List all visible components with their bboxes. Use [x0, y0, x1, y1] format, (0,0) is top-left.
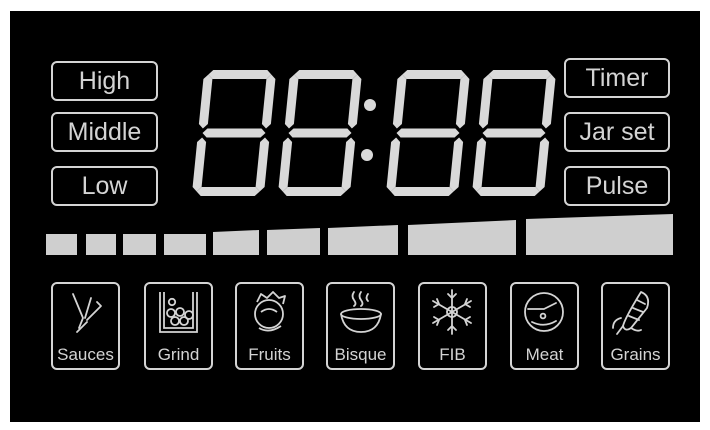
soup-bowl-icon — [340, 291, 382, 333]
digit-3-segment-e — [386, 137, 401, 192]
program-grind-label: Grind — [157, 345, 200, 364]
speed-bar-segment-3 — [123, 234, 156, 255]
program-fruits-label: Fruits — [248, 345, 291, 364]
program-sauces-label: Sauces — [57, 345, 114, 364]
digit-1-segment-d — [196, 187, 260, 196]
program-bisque-label: Bisque — [334, 345, 387, 364]
digit-4-segment-a — [488, 70, 552, 79]
digit-2-segment-e — [278, 137, 293, 192]
speed-bar-segment-5 — [213, 230, 259, 255]
digit-3-segment-a — [402, 70, 466, 79]
pulse-label: Pulse — [585, 171, 649, 200]
digit-2-segment-c — [341, 137, 356, 192]
colon-top-dot — [364, 99, 376, 111]
program-fib-button[interactable]: FIB — [418, 282, 487, 370]
pulse-button[interactable]: Pulse — [564, 166, 670, 206]
digit-2-segment-g — [288, 128, 352, 138]
digit-2-segment-a — [294, 70, 358, 79]
digit-4-segment-e — [472, 137, 487, 192]
digit-1-segment-e — [192, 137, 207, 192]
low-speed-label: Low — [81, 171, 128, 200]
program-meat-button[interactable]: Meat — [510, 282, 579, 370]
digit-1-segment-c — [255, 137, 270, 192]
control-panel: High Middle Low Timer Jar set Pulse Sauc… — [10, 11, 700, 422]
program-grains-button[interactable]: Grains — [601, 282, 670, 370]
program-fruits-button[interactable]: Fruits — [235, 282, 304, 370]
colon-bottom-dot — [361, 149, 373, 161]
digit-4-segment-f — [478, 74, 493, 129]
digit-1-segment-g — [202, 128, 266, 138]
speed-bar-segment-7 — [328, 225, 398, 255]
speed-bar-segment-1 — [46, 234, 77, 255]
program-bisque-button[interactable]: Bisque — [326, 282, 395, 370]
corn-icon — [612, 291, 650, 335]
program-grind-button[interactable]: Grind — [144, 282, 213, 370]
meat-chop-icon — [524, 292, 564, 332]
high-speed-button[interactable]: High — [51, 61, 158, 101]
low-speed-button[interactable]: Low — [51, 166, 158, 206]
speed-level-bar — [46, 214, 673, 255]
digit-4-segment-c — [535, 137, 550, 192]
digit-1-segment-f — [198, 74, 213, 129]
speed-bar-segment-4 — [164, 234, 206, 255]
jar-set-button[interactable]: Jar set — [564, 112, 670, 152]
digit-3-segment-c — [449, 137, 464, 192]
middle-speed-button[interactable]: Middle — [51, 112, 158, 152]
digit-4-segment-b — [541, 74, 556, 129]
high-speed-label: High — [78, 66, 131, 95]
digit-4-segment-d — [476, 187, 540, 196]
speed-bar-segment-8 — [408, 220, 516, 255]
timer-label: Timer — [585, 63, 649, 92]
hand-blender-icon — [72, 293, 102, 333]
digit-3-segment-f — [392, 74, 407, 129]
digit-3-segment-g — [396, 128, 460, 138]
seven-segment-clock-display — [192, 70, 556, 196]
speed-bar-segment-2 — [86, 234, 116, 255]
program-fib-label: FIB — [439, 345, 466, 364]
digit-3-segment-d — [390, 187, 454, 196]
middle-speed-label: Middle — [67, 117, 142, 146]
digit-2-segment-f — [284, 74, 299, 129]
digit-2-segment-b — [347, 74, 362, 129]
program-meat-label: Meat — [525, 345, 564, 364]
digit-1-segment-a — [208, 70, 272, 79]
fruit-bowl-icon — [254, 291, 286, 332]
program-sauces-button[interactable]: Sauces — [51, 282, 120, 370]
digit-1-segment-b — [261, 74, 276, 129]
program-buttons-row: Sauces Grind Fruits Bisque FIB Meat Grai… — [10, 282, 700, 374]
digit-4-segment-g — [482, 128, 546, 138]
digit-3-segment-b — [455, 74, 470, 129]
timer-button[interactable]: Timer — [564, 58, 670, 98]
jar-set-label: Jar set — [579, 117, 655, 146]
speed-bar-segment-9 — [526, 214, 673, 255]
digit-2-segment-d — [282, 187, 346, 196]
program-grains-label: Grains — [610, 345, 661, 364]
grinder-jar-icon — [159, 292, 198, 333]
snowflake-icon — [432, 289, 472, 335]
speed-bar-segment-6 — [267, 228, 320, 255]
